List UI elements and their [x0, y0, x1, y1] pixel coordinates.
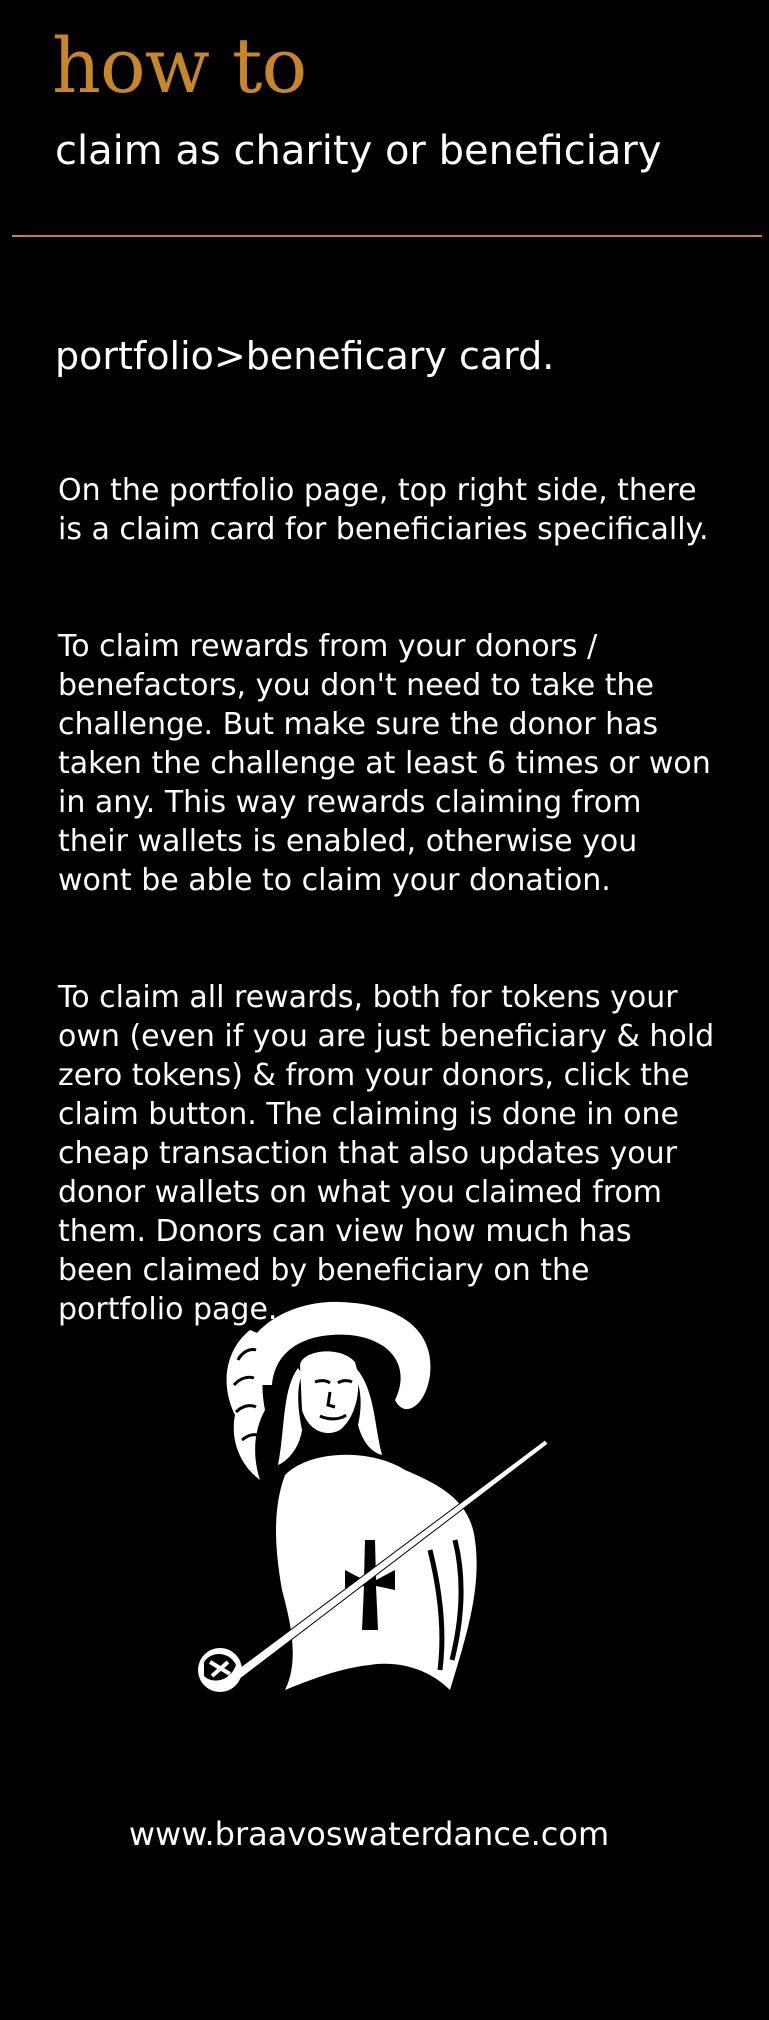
page-subtitle: claim as charity or beneficiary [55, 128, 662, 174]
paragraph-claim-all: To claim all rewards, both for tokens yo… [58, 980, 715, 1327]
swordsman-emblem-icon [198, 1301, 549, 1692]
website-link[interactable]: www.braavoswaterdance.com [0, 1812, 738, 1856]
section-title: portfolio>beneficary card. [55, 334, 555, 378]
header-divider [12, 235, 762, 237]
paragraph-donor-requirement: To claim rewards from your donors / bene… [58, 629, 711, 898]
page: how to claim as charity or beneficiary p… [0, 0, 769, 2020]
page-title: how to [52, 21, 307, 110]
instructions-body: On the portfolio page, top right side, t… [58, 432, 728, 1407]
paragraph-claim-card: On the portfolio page, top right side, t… [58, 473, 709, 547]
